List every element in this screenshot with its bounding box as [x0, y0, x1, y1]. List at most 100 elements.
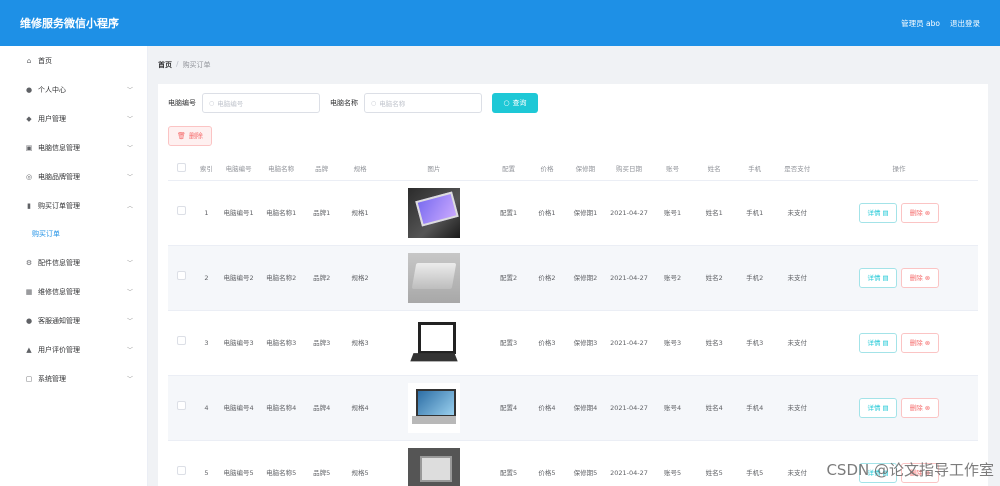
laptop-thumbnail[interactable] [407, 382, 460, 433]
column-header: 操作 [820, 157, 978, 181]
trash-icon: 🗑 [177, 132, 186, 140]
laptop-thumbnail[interactable] [407, 187, 460, 238]
chevron-down-icon: ﹀ [126, 347, 133, 354]
cell-config: 配置4 [487, 375, 530, 441]
breadcrumb-home[interactable]: 首页 [158, 60, 172, 70]
breadcrumb: 首页 / 购买订单 [158, 60, 211, 70]
main-content: 首页 / 购买订单 电脑编号 ○ 电脑编号 电脑名称 ○ 电脑名称 ○ 查询 🗑… [148, 46, 1000, 486]
column-header: 电脑编号 [217, 157, 260, 181]
laptop-thumbnail[interactable] [407, 317, 460, 368]
delete-button[interactable]: 删除 ⊗ [901, 397, 940, 418]
detail-button[interactable]: 详情 ▤ [859, 332, 898, 353]
delete-button[interactable]: 删除 ⊗ [901, 202, 940, 223]
row-actions: 详情 ▤ 删除 ⊗ [820, 332, 978, 353]
cell-spec: 规格1 [340, 180, 380, 246]
cell-paid: 未支付 [774, 310, 821, 376]
chevron-down-icon: ﹀ [126, 289, 133, 296]
sidebar-item[interactable]: ◎ 电脑品牌管理 ﹀ [0, 162, 147, 191]
checkbox-icon[interactable] [177, 466, 186, 475]
row-checkbox-cell[interactable] [168, 310, 195, 376]
sidebar-item-label: 客服通知管理 [38, 316, 80, 325]
table-row: 1 电脑编号1 电脑名称1 品牌1 规格1 配置1 价格1 保修期1 2021-04-27 账号1… [168, 180, 978, 246]
detail-button[interactable]: 详情 ▤ [859, 267, 898, 288]
trash-icon: ⊗ [924, 273, 931, 282]
select-all-checkbox[interactable] [168, 157, 195, 181]
cell-phone: 手机2 [734, 245, 775, 311]
document-icon: ▤ [882, 338, 889, 347]
cell-phone: 手机3 [734, 310, 775, 376]
sidebar-item[interactable]: ◆ 用户管理 ﹀ [0, 104, 147, 133]
logout-link[interactable]: 退出登录 [950, 18, 980, 29]
column-header: 品牌 [302, 157, 341, 181]
content-panel: 电脑编号 ○ 电脑编号 电脑名称 ○ 电脑名称 ○ 查询 🗑 删除 索引 电脑编号 [158, 84, 988, 486]
sidebar-item[interactable]: ▮ 购买订单管理 ︿ [0, 191, 147, 220]
cell-date: 2021-04-27 [606, 245, 652, 311]
image-cell [379, 310, 488, 376]
cell-account: 账号1 [651, 180, 694, 246]
column-header: 配置 [487, 157, 530, 181]
cell-code: 电脑编号2 [217, 245, 260, 311]
orders-table: 索引 电脑编号 电脑名称 品牌 规格 图片 配置 价格 保修期 购买日期 账号 姓名 手机 是否支付 操作 … [168, 157, 978, 486]
cell-warranty: 保修期5 [564, 440, 607, 486]
computer-name-input[interactable]: ○ 电脑名称 [364, 93, 482, 113]
detail-button[interactable]: 详情 ▤ [859, 397, 898, 418]
laptop-thumbnail[interactable] [407, 447, 460, 486]
delete-button[interactable]: 删除 ⊗ [901, 267, 940, 288]
cell-brand: 品牌2 [302, 245, 341, 311]
chevron-down-icon: ﹀ [126, 260, 133, 267]
cell-code: 电脑编号3 [217, 310, 260, 376]
image-cell [379, 245, 488, 311]
computer-code-input[interactable]: ○ 电脑编号 [202, 93, 320, 113]
sidebar-item[interactable]: ● 个人中心 ﹀ [0, 75, 147, 104]
app-title: 维修服务微信小程序 [20, 17, 119, 30]
row-checkbox-cell[interactable] [168, 245, 195, 311]
sidebar-subitem-purchase-orders[interactable]: 购买订单 [0, 220, 147, 248]
computer-icon: ▣ [25, 143, 33, 152]
row-actions: 详情 ▤ 删除 ⊗ [820, 202, 978, 223]
sidebar-item[interactable]: ▲ 用户评价管理 ﹀ [0, 335, 147, 364]
sidebar-item[interactable]: ⚙ 配件信息管理 ﹀ [0, 248, 147, 277]
row-checkbox-cell[interactable] [168, 440, 195, 486]
checkbox-icon[interactable] [177, 162, 186, 172]
row-checkbox-cell[interactable] [168, 375, 195, 441]
cell-paid: 未支付 [774, 440, 821, 486]
row-checkbox-cell[interactable] [168, 180, 195, 246]
sidebar-item[interactable]: ▢ 系统管理 ﹀ [0, 364, 147, 393]
sidebar-item[interactable]: ● 客服通知管理 ﹀ [0, 306, 147, 335]
sidebar-item[interactable]: ▦ 维修信息管理 ﹀ [0, 277, 147, 306]
checkbox-icon[interactable] [177, 336, 186, 345]
detail-button[interactable]: 详情 ▤ [859, 202, 898, 223]
breadcrumb-current: 购买订单 [182, 61, 211, 69]
operations-cell: 详情 ▤ 删除 ⊗ [820, 375, 978, 441]
query-button[interactable]: ○ 查询 [492, 93, 538, 113]
cell-index: 3 [195, 310, 218, 376]
delete-button[interactable]: 删除 ⊗ [901, 332, 940, 353]
column-header: 规格 [340, 157, 380, 181]
cell-code: 电脑编号1 [217, 180, 260, 246]
cell-account: 账号5 [651, 440, 694, 486]
table-row: 3 电脑编号3 电脑名称3 品牌3 规格3 配置3 价格3 保修期3 2021-04-27 账号3… [168, 310, 978, 376]
column-header: 手机 [734, 157, 775, 181]
cell-config: 配置2 [487, 245, 530, 311]
cell-account: 账号4 [651, 375, 694, 441]
document-icon: ▤ [882, 403, 889, 412]
table-row: 4 电脑编号4 电脑名称4 品牌4 规格4 配置4 价格4 保修期4 2021-04-27 账号4… [168, 375, 978, 441]
cell-person: 姓名2 [693, 245, 735, 311]
checkbox-icon[interactable] [177, 206, 186, 215]
sidebar-item[interactable]: ▣ 电脑信息管理 ﹀ [0, 133, 147, 162]
cell-code: 电脑编号5 [217, 440, 260, 486]
laptop-thumbnail[interactable] [407, 252, 460, 303]
column-header: 图片 [379, 157, 488, 181]
table-header-row: 索引 电脑编号 电脑名称 品牌 规格 图片 配置 价格 保修期 购买日期 账号 姓名 手机 是否支付 操作 [168, 157, 978, 181]
computer-name-placeholder: 电脑名称 [379, 100, 406, 108]
batch-delete-button[interactable]: 🗑 删除 [168, 126, 212, 146]
image-cell [379, 440, 488, 486]
admin-user-label[interactable]: 管理员 abo [901, 18, 940, 29]
checkbox-icon[interactable] [177, 271, 186, 280]
sidebar-item[interactable]: ⌂ 首页 [0, 46, 147, 75]
checkbox-icon[interactable] [177, 401, 186, 410]
users-icon: ◆ [26, 114, 32, 123]
chevron-down-icon: ﹀ [126, 116, 133, 123]
cell-name: 电脑名称5 [259, 440, 303, 486]
trash-icon: ⊗ [924, 403, 931, 412]
